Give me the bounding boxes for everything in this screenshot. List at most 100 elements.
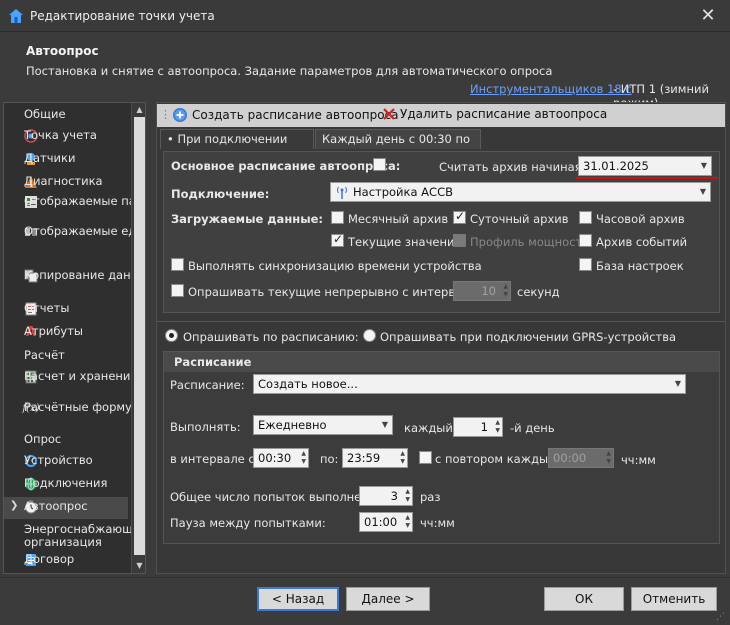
monthly-archive-checkbox[interactable] — [331, 211, 344, 224]
stepper-down-icon[interactable]: ▼ — [405, 496, 410, 504]
sidebar-item-autopoll[interactable]: Автоопрос — [24, 500, 131, 514]
every-day-value: 1 — [480, 420, 488, 434]
event-archive-checkbox[interactable] — [579, 234, 592, 247]
toolbar: ⋮ Создать расписание автоопроса Удалить … — [157, 104, 725, 127]
sidebar-category-calculation: Расчёт — [24, 348, 65, 362]
window-title: Редактирование точки учета — [30, 9, 215, 23]
stepper-down-icon[interactable]: ▼ — [405, 522, 410, 530]
repeat-checkbox[interactable] — [419, 451, 432, 464]
tab-daily-schedule[interactable]: Каждый день с 00:30 по 23:59 — [315, 129, 481, 165]
interval-from-value: 00:30 — [258, 451, 292, 465]
sidebar-item-label: Отчеты — [24, 301, 70, 315]
pause-stepper[interactable]: 01:00 ▲ ▼ — [359, 512, 413, 532]
scrollbar-thumb[interactable] — [134, 117, 145, 555]
stepper-up-icon[interactable]: ▲ — [301, 450, 306, 458]
antenna-icon — [337, 186, 347, 199]
poll-continuous-checkbox[interactable] — [171, 284, 184, 297]
sync-time-checkbox[interactable] — [171, 258, 184, 271]
sidebar-item-label: Точка учета — [24, 128, 97, 142]
interval-from-stepper[interactable]: 00:30 ▲ ▼ — [253, 448, 309, 468]
object-link[interactable]: Инструментальщиков 18 с — [470, 82, 632, 96]
sidebar-item-diagnostics[interactable]: Диагностика — [24, 175, 131, 189]
sidebar: Общие Точка учета Датчики Диагностика От… — [3, 102, 146, 574]
cancel-button[interactable]: Отменить — [631, 587, 717, 611]
archive-from-label: Считать архив начиная с: — [439, 160, 596, 174]
close-button[interactable]: ✕ — [690, 2, 726, 30]
loaded-data-label: Загружаемые данные: — [171, 212, 324, 226]
sidebar-item-calc-storage[interactable]: Расчет и хранение — [24, 370, 137, 384]
stepper-up-icon[interactable]: ▲ — [400, 450, 405, 458]
sidebar-item-copy-data[interactable]: Копирование данных — [24, 269, 145, 283]
sidebar-category-supplier: Энергоснабжающая организация — [24, 522, 146, 549]
interval-to-stepper[interactable]: 23:59 ▲ ▼ — [342, 448, 408, 468]
chevron-down-icon: ▼ — [699, 187, 706, 196]
sidebar-item-display-units[interactable]: Отображаемые единицы измерения — [24, 225, 145, 239]
tab-on-modem-connect[interactable]: • При подключении модема — [160, 129, 314, 165]
back-button[interactable]: < Назад — [257, 587, 339, 611]
poll-by-schedule-radio[interactable] — [165, 329, 178, 342]
connection-select[interactable]: Настройка АССВ ▼ — [330, 182, 711, 202]
scroll-up-icon[interactable]: ▲ — [132, 103, 145, 117]
create-schedule-label: Создать расписание автоопроса — [192, 108, 399, 122]
chevron-down-icon: ▼ — [700, 161, 707, 170]
sidebar-item-reports[interactable]: Отчеты — [24, 302, 131, 316]
archive-from-date-picker[interactable]: 31.01.2025 ▼ — [578, 156, 712, 176]
resize-grip-icon[interactable]: ⋰ — [716, 612, 725, 622]
current-values-checkbox[interactable] — [331, 232, 344, 247]
sidebar-item-formulas[interactable]: f(x) Расчётные формулы — [22, 401, 145, 415]
sidebar-item-device[interactable]: Устройство — [24, 454, 131, 468]
attempts-label: Общее число попыток выполнения: — [170, 490, 388, 504]
day-suffix-label: -й день — [510, 421, 555, 435]
delete-schedule-label: Удалить расписание автоопроса — [400, 107, 608, 121]
sidebar-category-polling: Опрос — [24, 432, 62, 446]
create-schedule-button[interactable]: Создать расписание автоопроса — [172, 107, 399, 123]
connection-value: Настройка АССВ — [353, 185, 453, 199]
main-schedule-label: Основное расписание автоопроса: — [171, 159, 401, 173]
sidebar-item-label: Договор — [24, 552, 75, 566]
sidebar-item-attributes[interactable]: A Атрибуты — [24, 325, 131, 340]
tab-bullet-icon: • — [167, 132, 174, 146]
sidebar-item-contract[interactable]: Договор — [24, 553, 131, 567]
sidebar-item-display-params[interactable]: Отображаемые параметры — [24, 195, 145, 209]
chevron-down-icon: ▼ — [674, 379, 681, 388]
settings-db-checkbox[interactable] — [579, 258, 592, 271]
hhmm-label: чч:мм — [621, 453, 656, 467]
times-label: раз — [420, 490, 441, 504]
daily-archive-checkbox[interactable] — [453, 209, 466, 224]
attempts-stepper[interactable]: 3 ▲ ▼ — [359, 486, 413, 506]
sidebar-item-metering-point[interactable]: Точка учета — [24, 129, 131, 143]
stepper-down-icon[interactable]: ▼ — [400, 458, 405, 466]
sidebar-item-label: Отображаемые параметры — [24, 194, 145, 208]
every-day-stepper[interactable]: 1 ▲ ▼ — [453, 417, 503, 437]
poll-on-gprs-radio[interactable] — [363, 329, 376, 342]
divider — [157, 321, 725, 322]
sync-time-label: Выполнять синхронизацию времени устройст… — [188, 259, 482, 273]
stepper-up-icon[interactable]: ▲ — [495, 419, 500, 427]
sidebar-item-label: Расчётные формулы — [24, 400, 146, 414]
page-title: Автоопрос — [26, 44, 99, 58]
next-button[interactable]: Далее > — [346, 587, 430, 611]
sidebar-scrollbar[interactable]: ▲ ▼ — [131, 103, 145, 573]
stepper-up-icon[interactable]: ▲ — [405, 488, 410, 496]
sidebar-item-connections[interactable]: Подключения — [24, 477, 131, 491]
hourly-archive-label: Часовой архив — [596, 212, 685, 226]
stepper-down-icon[interactable]: ▼ — [301, 458, 306, 466]
main-schedule-checkbox[interactable] — [373, 158, 386, 171]
scroll-down-icon[interactable]: ▼ — [132, 559, 145, 573]
sidebar-item-label: Расчет и хранение — [24, 369, 138, 383]
sidebar-item-sensors[interactable]: Датчики — [24, 152, 131, 166]
sidebar-item-label: Подключения — [24, 476, 108, 490]
delete-x-icon — [383, 108, 395, 120]
schedule-select[interactable]: Создать новое... ▼ — [253, 374, 686, 394]
hourly-archive-checkbox[interactable] — [579, 211, 592, 224]
poll-interval-value: 10 — [481, 284, 496, 298]
interval-label: в интервале с: — [170, 452, 259, 466]
divider — [0, 577, 730, 578]
poll-on-gprs-label: Опрашивать при подключении GPRS-устройст… — [380, 330, 677, 344]
ok-button[interactable]: ОК — [544, 587, 624, 611]
delete-schedule-button[interactable]: Удалить расписание автоопроса — [382, 107, 607, 121]
stepper-up-icon[interactable]: ▲ — [405, 514, 410, 522]
stepper-down-icon[interactable]: ▼ — [495, 427, 500, 435]
run-frequency-select[interactable]: Ежедневно ▼ — [253, 415, 393, 435]
interval-to-value: 23:59 — [347, 451, 381, 465]
